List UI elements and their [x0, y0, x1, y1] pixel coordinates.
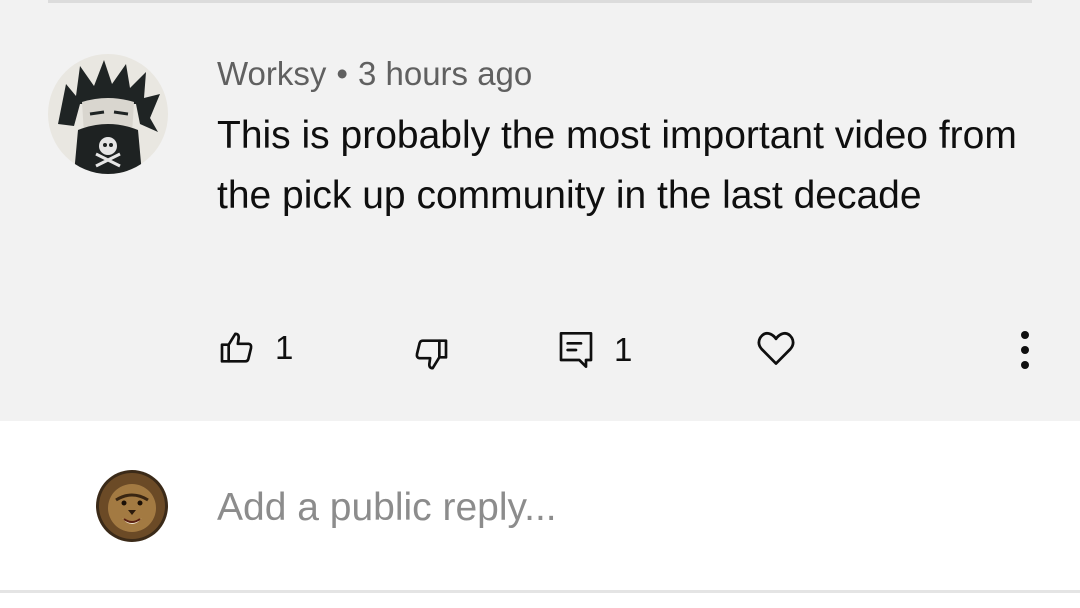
more-options-button[interactable]	[1008, 328, 1042, 372]
comment-meta: Worksy • 3 hours ago	[217, 54, 532, 94]
thumbs-down-icon	[411, 334, 451, 374]
comment-thread-screen: Worksy • 3 hours ago This is probably the …	[0, 0, 1080, 608]
heart-icon	[754, 326, 798, 370]
dislike-button[interactable]	[411, 334, 451, 374]
comment-reply-icon	[556, 328, 596, 372]
heart-button[interactable]	[754, 326, 798, 370]
comment-timestamp[interactable]: 3 hours ago	[358, 55, 532, 92]
top-divider	[48, 0, 1032, 3]
thumbs-up-icon	[217, 328, 257, 368]
commenter-avatar[interactable]	[48, 54, 168, 174]
bottom-divider	[0, 590, 1080, 593]
like-count: 1	[275, 329, 294, 366]
meta-separator: •	[336, 55, 348, 92]
reply-button[interactable]: 1	[556, 328, 632, 372]
reply-input[interactable]: Add a public reply...	[217, 484, 557, 532]
reply-count: 1	[614, 331, 633, 368]
user-avatar	[96, 470, 168, 542]
like-button[interactable]: 1	[217, 328, 293, 368]
comment-text: This is probably the most important vide…	[217, 114, 1017, 217]
comment-author[interactable]: Worksy	[217, 55, 326, 92]
comment-card: Worksy • 3 hours ago This is probably the …	[0, 0, 1080, 421]
more-vertical-icon	[1008, 328, 1042, 372]
